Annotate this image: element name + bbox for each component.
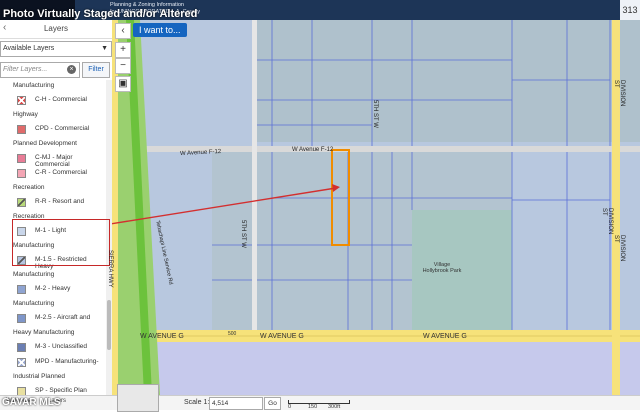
layer-item[interactable]: M-2.5 - Aircraft and	[0, 314, 106, 326]
layer-item[interactable]: SP - Specific Plan	[0, 387, 106, 395]
layer-label: SP - Specific Plan	[35, 387, 87, 394]
layer-item-continued: Manufacturing	[13, 82, 55, 89]
layer-label: MPD - Manufacturing-	[35, 358, 99, 365]
filter-row: Filter Layers... × Filter	[0, 62, 112, 78]
layer-item-continued: Industrial Planned	[13, 373, 66, 380]
layer-item-continued: Highway	[13, 111, 38, 118]
zoom-out-button[interactable]: −	[115, 58, 131, 74]
layers-panel: Layers ‹ Available Layers ▼ Filter Layer…	[0, 20, 113, 410]
map-svg	[112, 20, 640, 395]
layer-label: C-R - Commercial	[35, 169, 87, 176]
scale-tick-150: 150	[308, 404, 318, 410]
layer-swatch	[17, 285, 26, 294]
label-ave-g2: W AVENUE G	[260, 333, 304, 340]
label-fifth-st: 5TH ST W	[240, 220, 246, 248]
layer-item[interactable]: CPD - Commercial	[0, 125, 106, 137]
map-canvas[interactable]	[112, 20, 640, 395]
layer-item-continued: Manufacturing	[13, 271, 55, 278]
scale-input[interactable]: 4,514	[209, 397, 263, 410]
layer-swatch	[17, 198, 26, 207]
fifth-st-road	[252, 20, 257, 330]
label-park: Village Hollybrook Park	[422, 262, 462, 274]
clear-icon[interactable]: ×	[67, 65, 76, 74]
scale-bar	[288, 400, 350, 404]
layer-item[interactable]: MPD - Manufacturing-	[0, 358, 106, 370]
layer-item-continued: Planned Development	[13, 140, 77, 147]
layer-item[interactable]: R-R - Resort and	[0, 198, 106, 210]
layer-item[interactable]: M-3 - Unclassified	[0, 343, 106, 355]
layer-swatch	[17, 314, 26, 323]
highlight-box	[12, 219, 110, 266]
scale-tick-0: 0	[288, 404, 292, 410]
layer-label: CPD - Commercial	[35, 125, 90, 132]
layer-item[interactable]: M-2 - Heavy	[0, 285, 106, 297]
scale-tick-300: 300ft	[328, 404, 341, 410]
status-bar: Scale 1: 4,514 Go 0 150 300ft	[112, 384, 640, 412]
corner-text: 313	[620, 0, 640, 20]
label-division-2: DIVISION ST	[613, 235, 625, 262]
layer-swatch	[17, 343, 26, 352]
layer-label: R-R - Resort and	[35, 198, 85, 205]
label-ave-g3: W AVENUE G	[423, 333, 467, 340]
layer-item-continued: Heavy Manufacturing	[13, 329, 75, 336]
label-fifth-st2: 5TH ST W	[372, 100, 378, 128]
layer-swatch	[17, 358, 26, 367]
overview-map[interactable]	[117, 384, 159, 412]
layer-select-value: Available Layers	[3, 45, 55, 52]
app-header: Planning & Zoning Information for UNINCO…	[0, 0, 640, 20]
chevron-down-icon: ▼	[101, 45, 108, 52]
layer-label: M-2.5 - Aircraft and	[35, 314, 91, 321]
layer-label: C-MJ - Major Commercial	[35, 154, 73, 168]
panel-title: Layers	[0, 20, 112, 39]
layer-swatch	[17, 96, 26, 105]
layer-swatch	[17, 387, 26, 395]
layer-item[interactable]: C-R - Commercial	[0, 169, 106, 181]
label-sierra-hwy: SIERRA HWY	[107, 250, 113, 288]
mls-watermark: GAVAR MLS	[2, 397, 61, 408]
layer-swatch	[17, 169, 26, 178]
aerial-area-north	[252, 20, 640, 142]
layer-select[interactable]: Available Layers ▼	[0, 41, 112, 57]
zoom-in-button[interactable]: +	[115, 42, 131, 58]
layer-label: C-H - Commercial	[35, 96, 87, 103]
back-icon[interactable]: ‹	[115, 23, 131, 39]
label-division-3: DIVISION ST	[601, 208, 613, 235]
division-st-road	[612, 20, 620, 395]
filter-button[interactable]: Filter	[82, 62, 110, 78]
scrollbar-thumb[interactable]	[107, 300, 111, 350]
layer-swatch	[17, 154, 26, 163]
i-want-to-button[interactable]: I want to...	[133, 23, 187, 37]
basemap-book-icon[interactable]: ▣	[115, 76, 131, 92]
watermark-text: Photo Virtually Staged and/or Altered	[3, 8, 198, 20]
layer-item[interactable]: C-H - Commercial	[0, 96, 106, 108]
layer-item-continued: Manufacturing	[13, 300, 55, 307]
layer-label: M-3 - Unclassified	[35, 343, 88, 350]
label-ave-f12-b: W Avenue F-12	[292, 147, 334, 153]
go-button[interactable]: Go	[264, 397, 281, 410]
label-division-1: DIVISION ST	[613, 80, 625, 107]
layer-label: M-2 - Heavy	[35, 285, 71, 292]
label-500: 500	[228, 331, 237, 337]
layer-item[interactable]: C-MJ - Major Commercial	[0, 154, 106, 168]
layer-item-continued: Recreation	[13, 184, 45, 191]
scale-label: Scale 1:	[184, 399, 210, 406]
south-zoning	[112, 342, 640, 395]
collapse-icon[interactable]: ‹	[3, 22, 6, 33]
label-ave-g: W AVENUE G	[140, 333, 184, 340]
layer-swatch	[17, 125, 26, 134]
